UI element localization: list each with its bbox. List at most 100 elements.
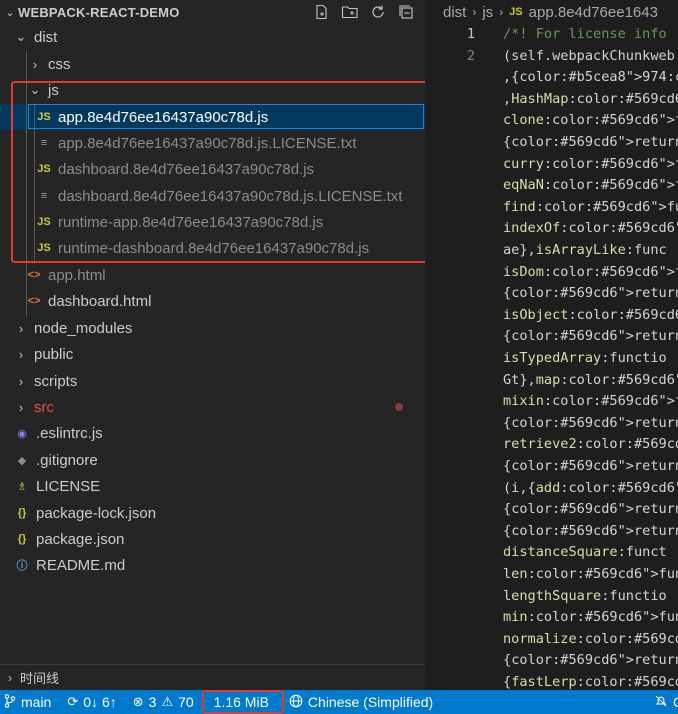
refresh-icon[interactable] [367, 2, 389, 22]
file-item[interactable]: ≡ app.8e4d76ee16437a90c78d.js.LICENSE.txt [0, 130, 425, 156]
chevron-right-icon[interactable]: › [14, 321, 28, 336]
code-line: isDom:color:#569cd6">function(){ret [425, 262, 678, 284]
notifications-text: C [673, 694, 678, 710]
tree-item-label: dashboard.8e4d76ee16437a90c78d.js [58, 160, 315, 178]
sync-indicator[interactable]: ⟳ 0↓ 6↑ [59, 690, 124, 714]
file-item[interactable]: ♗ LICENSE [0, 473, 425, 499]
code-line: clone:color:#569cd6">function(){ret [425, 110, 678, 132]
code-line: isTypedArray:functio [425, 348, 678, 370]
code-text: isObject:color:#569cd6">function(){ [503, 306, 678, 323]
js-file-icon: JS [37, 242, 51, 254]
text-file-icon: ≡ [40, 137, 48, 149]
tree-item-label: public [34, 345, 74, 363]
chevron-right-icon[interactable]: › [14, 347, 28, 362]
chevron-right-icon[interactable]: › [28, 57, 42, 72]
code-text: {color:#569cd6">return ze},copy:fun [503, 501, 678, 518]
breadcrumb-item[interactable]: js [482, 4, 493, 21]
file-item[interactable]: ◉ .eslintrc.js [0, 420, 425, 446]
folder-item[interactable]: ⌄ dist [0, 24, 425, 50]
folder-item[interactable]: › scripts [0, 368, 425, 394]
code-line: min:color:#569cd6">function(){retur [425, 607, 678, 629]
file-item[interactable]: {} package.json [0, 526, 425, 552]
chevron-down-icon[interactable]: ⌄ [14, 29, 28, 45]
code-text: {color:#569cd6">return Xt},createHa [503, 134, 678, 150]
code-text: {color:#569cd6">return ve},isString [503, 328, 678, 345]
code-text: len:color:#569cd6">function(){retur [503, 566, 678, 582]
timeline-section[interactable]: › 时间线 [0, 664, 425, 690]
code-text: isTypedArray:functio [503, 350, 667, 366]
problems-indicator[interactable]: ⊗ 3 ⚠ 70 [125, 690, 202, 714]
code-line: distanceSquare:funct [425, 542, 678, 564]
code-text: retrieve2:color:#569cd6">function() [503, 436, 678, 453]
code-line: {color:#569cd6">return Xt},createHa [425, 132, 678, 154]
branch-indicator[interactable]: main [0, 690, 59, 714]
status-bar: main ⟳ 0↓ 6↑ ⊗ 3 ⚠ 70 1.16 MiB Chinese (… [0, 690, 678, 714]
chevron-right-icon[interactable]: › [14, 374, 28, 389]
code-text: {color:#569cd6">return Se},reduce:f [503, 414, 678, 431]
breadcrumb-item[interactable]: app.8e4d76ee1643 [529, 4, 658, 21]
code-text: {color:#569cd6">return Te},slice:fu [503, 458, 678, 474]
tree-item-label: app.8e4d76ee16437a90c78d.js.LICENSE.txt [58, 134, 357, 152]
tree-item-label: .gitignore [36, 451, 98, 469]
code-text: clone:color:#569cd6">function(){ret [503, 112, 678, 129]
chevron-right-icon[interactable]: › [14, 400, 28, 415]
file-item[interactable]: JS app.8e4d76ee16437a90c78d.js [0, 104, 425, 130]
new-folder-icon[interactable] [339, 2, 361, 22]
code-line: ,{color:#b5cea8">974:color:#569cd6">func… [425, 67, 678, 89]
file-item[interactable]: JS runtime-app.8e4d76ee16437a90c78d.js [0, 209, 425, 235]
breadcrumb-item[interactable]: dist [443, 4, 466, 21]
modified-dot [395, 403, 403, 411]
chevron-down-icon[interactable]: ⌄ [2, 6, 18, 19]
editor-pane: dist › js › JS app.8e4d76ee1643 1 /*! For… [425, 0, 678, 690]
file-item[interactable]: ◆ .gitignore [0, 447, 425, 473]
code-line: {color:#569cd6">return Se},reduce:f [425, 413, 678, 435]
js-file-icon: JS [37, 111, 51, 123]
code-text: /*! For license info [503, 26, 667, 42]
notifications-indicator[interactable]: C [646, 690, 678, 714]
file-item[interactable]: <> app.html [0, 262, 425, 288]
file-item[interactable]: {} package-lock.json [0, 500, 425, 526]
tree-item-label: runtime-dashboard.8e4d76ee16437a90c78d.j… [58, 239, 370, 257]
code-line: {color:#569cd6">return ge},isImageP [425, 283, 678, 305]
file-item[interactable]: ⓘ README.md [0, 552, 425, 578]
code-line: {color:#569cd6">return Fe},set:func [425, 650, 678, 672]
code-text: mixin:color:#569cd6">function(){ret [503, 393, 678, 410]
html-file-icon: <> [27, 295, 41, 307]
explorer-actions [311, 2, 417, 22]
code-text: curry:color:#569cd6">function(){ret [503, 155, 678, 172]
folder-item[interactable]: › node_modules [0, 315, 425, 341]
timeline-label: 时间线 [20, 671, 60, 686]
json-file-icon: {} [17, 507, 27, 519]
file-item[interactable]: JS dashboard.8e4d76ee16437a90c78d.js [0, 156, 425, 182]
workspace-title: WEBPACK-REACT-DEMO [18, 4, 180, 20]
file-item[interactable]: <> dashboard.html [0, 288, 425, 314]
code-line: lengthSquare:functio [425, 586, 678, 608]
bundle-size[interactable]: 1.16 MiB [201, 690, 284, 714]
folder-item[interactable]: › css [0, 51, 425, 77]
sync-icon: ⟳ [67, 694, 79, 709]
chevron-right-icon[interactable]: › [0, 671, 20, 685]
code-line: ,HashMap:color:#569cd6">function(){ [425, 89, 678, 111]
warning-count: 70 [178, 694, 194, 710]
code-text: {color:#569cd6">return ge},isImageP [503, 285, 678, 302]
file-item[interactable]: JS runtime-dashboard.8e4d76ee16437a90c78d… [0, 235, 425, 261]
collapse-all-icon[interactable] [395, 2, 417, 22]
code-line: 2 (self.webpackChunkweb [425, 46, 678, 68]
folder-item[interactable]: › src [0, 394, 425, 420]
new-file-icon[interactable] [311, 2, 333, 22]
tree-item-label: dashboard.8e4d76ee16437a90c78d.js.LICENS… [58, 187, 403, 205]
code-line: curry:color:#569cd6">function(){ret [425, 154, 678, 176]
js-file-icon: JS [37, 163, 51, 175]
tree-item-label: runtime-app.8e4d76ee16437a90c78d.js [58, 213, 324, 231]
code-line: indexOf:color:#569cd6">function(){r [425, 218, 678, 240]
explorer-panel: ⌄ WEBPACK-REACT-DEMO ⌄ dist › css ⌄ js JS app.8… [0, 0, 425, 690]
chevron-down-icon[interactable]: ⌄ [28, 82, 42, 98]
folder-item[interactable]: › public [0, 341, 425, 367]
file-item[interactable]: ≡ dashboard.8e4d76ee16437a90c78d.js.LICEN… [0, 183, 425, 209]
language-indicator[interactable]: Chinese (Simplified) [281, 690, 441, 714]
folder-item[interactable]: ⌄ js [0, 77, 425, 103]
code-line: isObject:color:#569cd6">function(){ [425, 305, 678, 327]
readme-info-icon: ⓘ [16, 560, 28, 572]
line-number: 1 [466, 26, 475, 42]
code-line: find:color:#569cd6">function(){retu [425, 197, 678, 219]
